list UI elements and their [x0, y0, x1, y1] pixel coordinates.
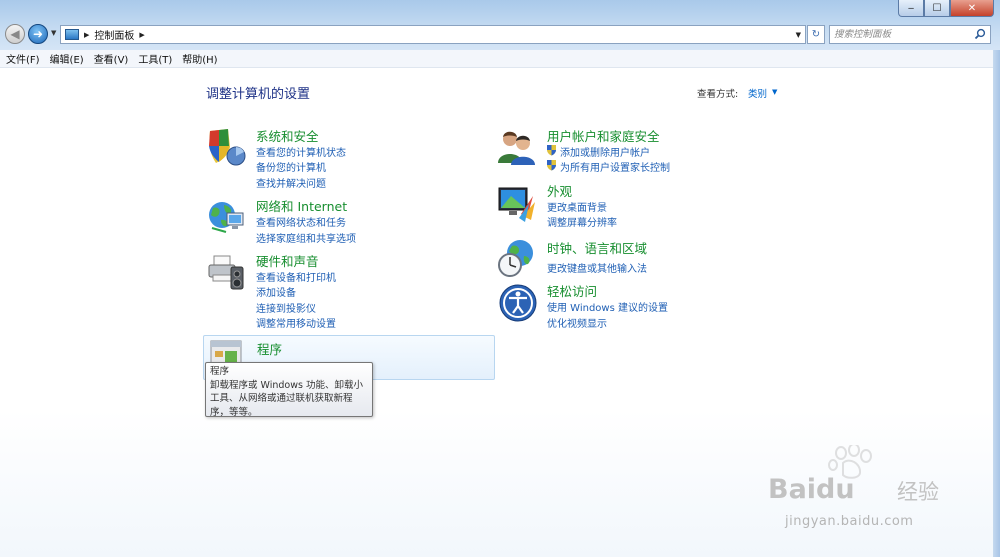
- recent-pages-dropdown[interactable]: ▼: [51, 29, 56, 37]
- forward-button[interactable]: ➜: [28, 24, 48, 44]
- link-change-keyboard[interactable]: 更改键盘或其他输入法: [547, 260, 647, 275]
- category-hardware-sound[interactable]: 硬件和声音: [256, 251, 319, 270]
- users-icon[interactable]: [497, 127, 537, 167]
- category-network-internet[interactable]: 网络和 Internet: [256, 196, 347, 215]
- tooltip-title: 程序: [210, 366, 230, 377]
- link-add-remove-users[interactable]: 添加或删除用户帐户: [560, 144, 650, 159]
- menu-edit[interactable]: 编辑(E): [46, 51, 88, 66]
- link-backup-computer[interactable]: 备份您的计算机: [256, 159, 326, 174]
- link-screen-resolution[interactable]: 调整屏幕分辨率: [547, 214, 617, 229]
- tooltip-line: 工具、从网络或通过联机获取新程: [210, 393, 353, 404]
- link-add-device[interactable]: 添加设备: [256, 284, 296, 299]
- link-parental-controls[interactable]: 为所有用户设置家长控制: [560, 159, 670, 174]
- minimize-button[interactable]: ‒: [898, 0, 924, 17]
- back-arrow-icon: ◀: [10, 27, 20, 41]
- category-system-security[interactable]: 系统和安全: [256, 126, 319, 145]
- category-clock-language-region[interactable]: 时钟、语言和区域: [547, 238, 647, 257]
- view-by-label: 查看方式:: [697, 89, 739, 100]
- chevron-down-icon[interactable]: ▼: [772, 88, 777, 96]
- link-change-desktop-background[interactable]: 更改桌面背景: [547, 199, 607, 214]
- menu-help[interactable]: 帮助(H): [178, 51, 221, 66]
- link-troubleshoot[interactable]: 查找并解决问题: [256, 175, 326, 190]
- forward-arrow-icon: ➜: [32, 27, 44, 41]
- ease-of-access-icon[interactable]: [498, 283, 538, 323]
- menu-tools[interactable]: 工具(T): [134, 51, 176, 66]
- uac-shield-icon: [547, 160, 556, 171]
- menu-view[interactable]: 查看(V): [90, 51, 133, 66]
- page-title: 调整计算机的设置: [206, 87, 311, 102]
- view-by-dropdown[interactable]: 类别: [748, 86, 767, 100]
- link-view-computer-status[interactable]: 查看您的计算机状态: [256, 144, 346, 159]
- category-appearance[interactable]: 外观: [547, 181, 572, 200]
- window-frame-edge: [993, 50, 1000, 557]
- baidu-watermark-logo: Baidu: [768, 474, 855, 505]
- search-box[interactable]: [829, 25, 991, 44]
- category-programs[interactable]: 程序: [257, 339, 282, 358]
- search-icon[interactable]: [974, 28, 986, 40]
- printer-speaker-icon[interactable]: [206, 253, 246, 293]
- address-dropdown-icon[interactable]: ▼: [796, 31, 801, 39]
- programs-tooltip: 程序 卸载程序或 Windows 功能、卸载小 工具、从网络或通过联机获取新程 …: [205, 362, 373, 418]
- link-homegroup-sharing[interactable]: 选择家庭组和共享选项: [256, 230, 356, 245]
- link-windows-recommended-settings[interactable]: 使用 Windows 建议的设置: [547, 299, 668, 314]
- address-bar[interactable]: ▶ 控制面板 ▶ ▼: [60, 25, 806, 44]
- refresh-icon: ↻: [811, 29, 821, 40]
- appearance-monitor-icon[interactable]: [497, 184, 537, 224]
- menu-bar: 文件(F) 编辑(E) 查看(V) 工具(T) 帮助(H): [0, 50, 1000, 68]
- window-controls: ‒ ☐ ✕: [898, 0, 994, 17]
- system-security-shield-icon[interactable]: [206, 127, 246, 167]
- baidu-watermark-url: jingyan.baidu.com: [785, 514, 914, 529]
- menu-file[interactable]: 文件(F): [2, 51, 44, 66]
- clock-globe-icon[interactable]: [497, 238, 537, 278]
- breadcrumb-separator-icon[interactable]: ▶: [139, 31, 144, 39]
- breadcrumb-separator-icon[interactable]: ▶: [84, 31, 89, 39]
- uac-shield-icon: [547, 145, 556, 156]
- control-panel-icon: [65, 29, 79, 40]
- link-connect-projector[interactable]: 连接到投影仪: [256, 300, 316, 315]
- close-button[interactable]: ✕: [950, 0, 994, 17]
- baidu-watermark-jingyan: 经验: [897, 480, 939, 504]
- link-network-status[interactable]: 查看网络状态和任务: [256, 214, 346, 229]
- breadcrumb-control-panel[interactable]: 控制面板: [94, 27, 134, 42]
- refresh-button[interactable]: ↻: [807, 25, 825, 44]
- category-ease-of-access[interactable]: 轻松访问: [547, 281, 597, 300]
- link-devices-printers[interactable]: 查看设备和打印机: [256, 269, 336, 284]
- tooltip-line: 序，等等。: [210, 406, 258, 418]
- link-optimize-visual-display[interactable]: 优化视频显示: [547, 315, 607, 330]
- back-button[interactable]: ◀: [5, 24, 25, 44]
- maximize-button[interactable]: ☐: [924, 0, 950, 17]
- search-input[interactable]: [834, 29, 970, 40]
- link-mobility-settings[interactable]: 调整常用移动设置: [256, 315, 336, 330]
- tooltip-line: 卸载程序或 Windows 功能、卸载小: [210, 379, 363, 391]
- network-globe-icon[interactable]: [206, 198, 246, 238]
- category-user-accounts[interactable]: 用户帐户和家庭安全: [547, 126, 660, 145]
